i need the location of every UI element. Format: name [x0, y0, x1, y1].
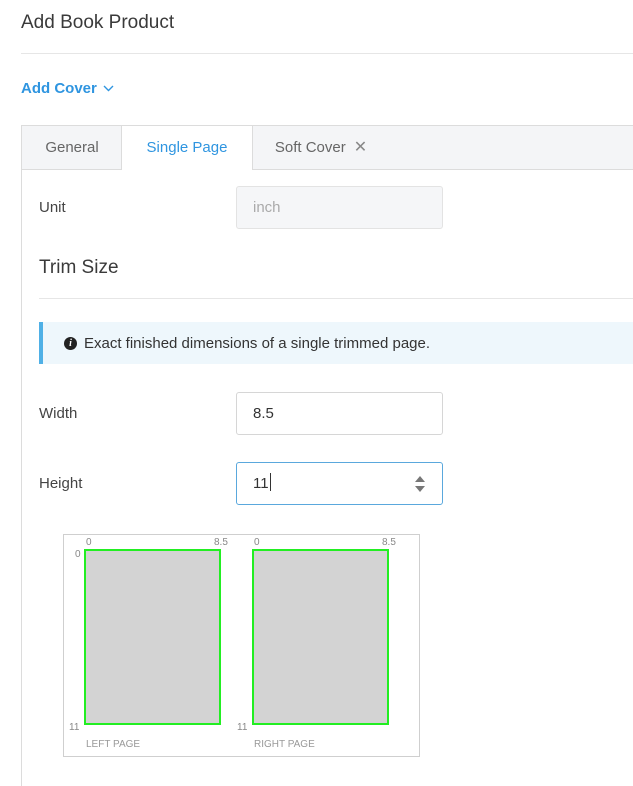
trim-size-title: Trim Size [39, 257, 119, 278]
tab-bar: General Single Page Soft Cover ✕ [22, 126, 633, 170]
left-x-end: 8.5 [214, 537, 228, 548]
width-label: Width [39, 405, 78, 422]
right-page-trim [252, 549, 389, 725]
add-cover-label: Add Cover [21, 80, 97, 97]
tab-soft-cover-label: Soft Cover [274, 139, 346, 156]
left-y-end: 11 [69, 722, 80, 733]
left-y-start: 0 [75, 549, 81, 560]
height-label: Height [39, 475, 83, 492]
right-y-end: 11 [237, 722, 248, 733]
height-input[interactable]: 11 [236, 462, 443, 505]
right-x-end: 8.5 [382, 537, 396, 548]
section-divider [39, 298, 633, 299]
text-caret [269, 473, 271, 491]
right-page-caption: RIGHT PAGE [254, 739, 315, 750]
page-title: Add Book Product [21, 12, 175, 33]
left-page-trim [84, 549, 221, 725]
width-value: 8.5 [253, 405, 274, 422]
unit-field: inch [236, 186, 443, 229]
title-divider [21, 53, 633, 54]
info-alert: i Exact finished dimensions of a single … [39, 322, 633, 364]
left-x-start: 0 [86, 537, 92, 548]
chevron-down-icon [103, 85, 114, 92]
tab-single-page[interactable]: Single Page [121, 126, 253, 170]
width-input[interactable]: 8.5 [236, 392, 443, 435]
unit-label: Unit [39, 199, 66, 216]
info-text: Exact finished dimensions of a single tr… [84, 334, 431, 352]
info-icon: i [64, 336, 77, 350]
height-value: 11 [253, 475, 269, 492]
tab-soft-cover[interactable]: Soft Cover ✕ [251, 126, 391, 169]
product-panel: General Single Page Soft Cover ✕ Unit in… [21, 125, 633, 786]
spinner-icon[interactable] [414, 474, 426, 494]
close-icon[interactable]: ✕ [354, 139, 367, 156]
tab-general[interactable]: General [22, 126, 122, 169]
left-page-caption: LEFT PAGE [86, 739, 140, 750]
add-cover-dropdown[interactable]: Add Cover [21, 80, 114, 97]
right-x-start: 0 [254, 537, 260, 548]
trim-preview: 0 8.5 0 11 LEFT PAGE 0 8.5 11 RIGHT PAGE [63, 534, 420, 757]
